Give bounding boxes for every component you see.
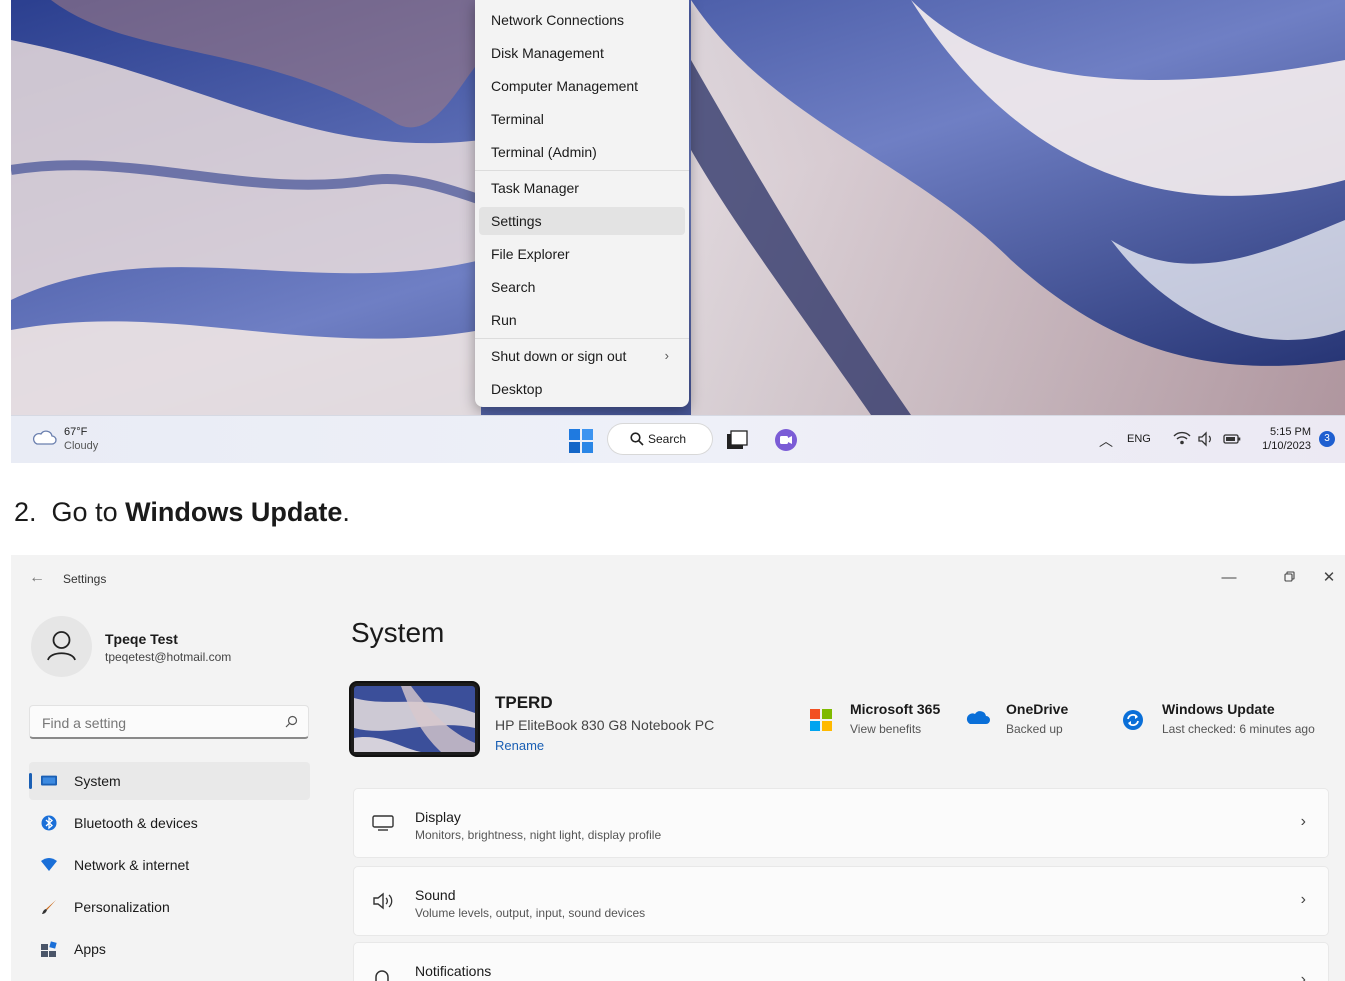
- menu-item-desktop[interactable]: Desktop: [479, 375, 685, 403]
- menu-item-terminal-admin[interactable]: Terminal (Admin): [479, 138, 685, 166]
- selection-indicator: [29, 773, 32, 789]
- sidebar-item-network[interactable]: Network & internet: [29, 846, 310, 884]
- menu-item-shut-down[interactable]: Shut down or sign out ›: [479, 342, 685, 370]
- brush-icon: [42, 900, 56, 914]
- device-wallpaper-thumbnail: [351, 683, 478, 755]
- find-setting-input[interactable]: [40, 712, 274, 734]
- menu-item-search[interactable]: Search: [479, 273, 685, 301]
- menu-item-run[interactable]: Run: [479, 306, 685, 334]
- menu-item-network-connections[interactable]: Network Connections: [479, 6, 685, 34]
- card-title: Display: [415, 809, 461, 825]
- sound-icon: [373, 892, 393, 910]
- card-subtitle: Volume levels, output, input, sound devi…: [415, 906, 646, 920]
- sidebar-item-apps[interactable]: Apps: [29, 930, 310, 968]
- sidebar-item-label: Personalization: [74, 899, 170, 915]
- menu-item-label: Shut down or sign out: [491, 348, 627, 364]
- windows-start-icon[interactable]: [569, 429, 593, 453]
- sidebar-item-label: Bluetooth & devices: [74, 815, 198, 831]
- sidebar-item-label: Network & internet: [74, 857, 190, 873]
- sidebar-item-label: System: [74, 773, 121, 789]
- clock-date: 1/10/2023: [1262, 440, 1311, 452]
- find-setting-box: [29, 705, 309, 739]
- notifications-icon: [375, 970, 389, 981]
- windows-update-icon: [1123, 710, 1143, 730]
- quick-link-title: OneDrive: [1006, 701, 1069, 717]
- settings-window: ← Settings — ✕ Tpeqe Test tpeqetest@hotm…: [11, 555, 1345, 981]
- chevron-up-icon[interactable]: ︿: [1099, 431, 1113, 451]
- quick-link-subtitle: Last checked: 6 minutes ago: [1162, 722, 1315, 736]
- taskbar-search-box[interactable]: Search: [608, 424, 712, 454]
- taskbar: 67°F Cloudy Search ︿ ENG 5:15 PM 1/10/20…: [11, 415, 1345, 463]
- chevron-right-icon: ›: [1300, 813, 1306, 830]
- cloud-icon: [33, 430, 57, 445]
- sidebar-item-system[interactable]: System: [29, 762, 310, 800]
- desktop-screenshot: Network Connections Disk Management Comp…: [11, 0, 1345, 463]
- card-subtitle: Monitors, brightness, night light, displ…: [415, 828, 662, 842]
- display-icon: [372, 815, 394, 831]
- sidebar-item-bluetooth[interactable]: Bluetooth & devices: [29, 804, 310, 842]
- rename-link[interactable]: Rename: [495, 738, 544, 753]
- step-number: 2.: [14, 497, 37, 527]
- sidebar-item-label: Apps: [74, 941, 106, 957]
- device-model: HP EliteBook 830 G8 Notebook PC: [495, 717, 715, 733]
- chevron-right-icon: ›: [1300, 891, 1306, 908]
- weather-description[interactable]: Cloudy: [64, 440, 98, 453]
- menu-item-computer-management[interactable]: Computer Management: [479, 72, 685, 100]
- device-name: TPERD: [495, 693, 553, 712]
- card-title: Notifications: [415, 963, 492, 979]
- settings-card-display[interactable]: Display Monitors, brightness, night ligh…: [353, 788, 1329, 858]
- bluetooth-icon: [41, 815, 57, 831]
- back-arrow-icon[interactable]: ←: [29, 569, 45, 587]
- window-title: Settings: [63, 572, 107, 586]
- search-label: Search: [648, 432, 687, 446]
- menu-item-disk-management[interactable]: Disk Management: [479, 39, 685, 67]
- chevron-right-icon: ›: [664, 348, 669, 363]
- system-icon: [41, 775, 57, 786]
- microsoft-365-icon: [810, 709, 832, 731]
- step-target: Windows Update: [125, 497, 343, 527]
- apps-icon: [41, 941, 57, 957]
- teams-chat-icon[interactable]: [774, 428, 798, 452]
- person-icon: [47, 631, 76, 661]
- quick-link-title: Windows Update: [1162, 701, 1275, 717]
- language-indicator[interactable]: ENG: [1127, 433, 1151, 445]
- wifi-icon: [41, 858, 57, 871]
- power-user-context-menu: Network Connections Disk Management Comp…: [475, 0, 689, 407]
- settings-card-sound[interactable]: Sound Volume levels, output, input, soun…: [353, 866, 1329, 936]
- step-suffix: .: [342, 497, 350, 527]
- clock[interactable]: 5:15 PM 1/10/2023: [1255, 425, 1311, 453]
- weather-temperature[interactable]: 67°F: [64, 426, 87, 439]
- instruction-step: 2. Go to Windows Update.: [14, 497, 350, 528]
- search-icon: [630, 432, 644, 446]
- page-title: System: [351, 617, 445, 648]
- notification-badge[interactable]: 3: [1319, 431, 1335, 447]
- menu-item-settings[interactable]: Settings: [479, 207, 685, 235]
- onedrive-icon: [966, 711, 990, 724]
- task-view-icon[interactable]: [726, 430, 748, 450]
- minimize-button[interactable]: —: [1209, 563, 1249, 593]
- quick-link-title: Microsoft 365: [850, 701, 941, 717]
- restore-icon: [1283, 571, 1295, 582]
- menu-item-file-explorer[interactable]: File Explorer: [479, 240, 685, 268]
- clock-time: 5:15 PM: [1270, 426, 1311, 438]
- menu-separator: [475, 170, 689, 171]
- close-button[interactable]: ✕: [1309, 563, 1345, 593]
- sidebar-item-personalization[interactable]: Personalization: [29, 888, 310, 926]
- avatar[interactable]: [31, 616, 92, 677]
- menu-item-task-manager[interactable]: Task Manager: [479, 174, 685, 202]
- menu-separator: [475, 338, 689, 339]
- user-email: tpeqetest@hotmail.com: [105, 650, 232, 664]
- settings-card-notifications[interactable]: Notifications ›: [353, 942, 1329, 981]
- title-bar: ← Settings — ✕: [11, 555, 1345, 603]
- step-prefix: Go to: [51, 497, 118, 527]
- user-name: Tpeqe Test: [105, 631, 178, 647]
- restore-button[interactable]: [1269, 563, 1309, 593]
- quick-link-subtitle: View benefits: [850, 722, 922, 736]
- chevron-right-icon: ›: [1300, 971, 1306, 981]
- quick-link-subtitle: Backed up: [1006, 722, 1063, 736]
- menu-item-terminal[interactable]: Terminal: [479, 105, 685, 133]
- wifi-volume-battery-icons[interactable]: [1172, 430, 1248, 448]
- card-title: Sound: [415, 887, 456, 903]
- search-icon[interactable]: [285, 715, 298, 728]
